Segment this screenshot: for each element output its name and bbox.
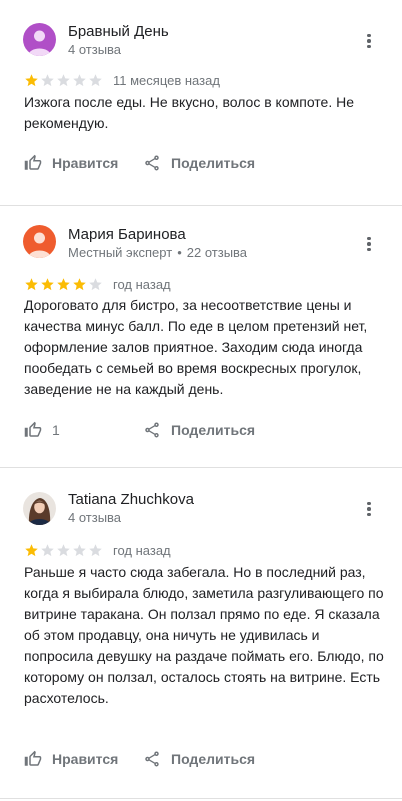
local-guide-badge: Местный эксперт bbox=[68, 245, 173, 260]
avatar[interactable] bbox=[23, 492, 56, 525]
more-options-icon[interactable] bbox=[360, 30, 378, 52]
star-empty-icon bbox=[41, 543, 54, 556]
like-count: 1 bbox=[52, 422, 60, 438]
star-empty-icon bbox=[73, 543, 86, 556]
share-label: Поделиться bbox=[171, 155, 256, 171]
share-button[interactable]: Поделиться bbox=[143, 419, 255, 441]
star-filled-icon bbox=[41, 277, 54, 290]
profile-photo bbox=[23, 492, 56, 525]
star-rating bbox=[24, 277, 103, 292]
star-empty-icon bbox=[57, 73, 70, 86]
rating-row: год назад bbox=[24, 542, 171, 558]
star-empty-icon bbox=[41, 73, 54, 86]
share-button[interactable]: Поделиться bbox=[143, 152, 255, 174]
star-empty-icon bbox=[57, 543, 70, 556]
review-text: Раньше я часто сюда забегала. Но в после… bbox=[24, 564, 384, 706]
review-card: Бравный День 4 отзыва 11 месяцев назад И… bbox=[0, 0, 402, 205]
meta-separator: • bbox=[177, 245, 182, 260]
thumbs-up-icon bbox=[24, 421, 42, 437]
review-card: Мария Баринова Местный эксперт • 22 отзыва… bbox=[0, 206, 402, 467]
avatar[interactable] bbox=[23, 225, 56, 258]
share-icon bbox=[145, 751, 159, 767]
thumbs-up-icon bbox=[24, 154, 42, 170]
star-empty-icon bbox=[89, 277, 102, 290]
reviewer-review-count[interactable]: 4 отзыва bbox=[68, 42, 121, 57]
rating-row: год назад bbox=[24, 276, 171, 292]
reviewer-name[interactable]: Tatiana Zhuchkova bbox=[68, 491, 194, 508]
rating-row: 11 месяцев назад bbox=[24, 72, 220, 88]
like-button[interactable]: Нравится bbox=[24, 152, 118, 174]
more-options-icon[interactable] bbox=[360, 233, 378, 255]
star-empty-icon bbox=[73, 73, 86, 86]
star-filled-icon bbox=[25, 277, 38, 290]
reviewer-review-count[interactable]: 4 отзыва bbox=[68, 510, 121, 525]
review-time: 11 месяцев назад bbox=[113, 72, 220, 88]
person-silhouette-icon bbox=[23, 23, 56, 56]
share-label: Поделиться bbox=[171, 751, 256, 767]
reviewer-meta[interactable]: Местный эксперт • 22 отзыва bbox=[68, 245, 247, 260]
reviewer-name[interactable]: Мария Баринова bbox=[68, 226, 186, 243]
star-filled-icon bbox=[25, 543, 38, 556]
reviewer-review-count: 22 отзыва bbox=[186, 245, 248, 260]
review-time: год назад bbox=[113, 276, 171, 292]
like-button[interactable]: 1 bbox=[24, 419, 60, 441]
share-icon bbox=[145, 155, 159, 171]
review-time: год назад bbox=[113, 542, 171, 558]
thumbs-up-icon bbox=[24, 750, 42, 766]
more-options-icon[interactable] bbox=[360, 498, 378, 520]
like-button[interactable]: Нравится bbox=[24, 748, 118, 770]
star-filled-icon bbox=[57, 277, 70, 290]
review-text: Дороговато для бистро, за несоответствие… bbox=[24, 297, 368, 397]
star-filled-icon bbox=[73, 277, 86, 290]
reviewer-name[interactable]: Бравный День bbox=[68, 23, 169, 40]
person-silhouette-icon bbox=[23, 225, 56, 258]
star-empty-icon bbox=[89, 73, 102, 86]
share-icon bbox=[145, 422, 159, 438]
like-label: Нравится bbox=[52, 751, 119, 767]
star-rating bbox=[24, 543, 103, 558]
star-empty-icon bbox=[89, 543, 102, 556]
like-label: Нравится bbox=[52, 155, 119, 171]
star-rating bbox=[24, 73, 103, 88]
share-button[interactable]: Поделиться bbox=[143, 748, 255, 770]
share-label: Поделиться bbox=[171, 422, 256, 438]
review-text: Изжога после еды. Не вкусно, волос в ком… bbox=[24, 94, 355, 131]
review-card: Tatiana Zhuchkova 4 отзыва год назад Ран… bbox=[0, 468, 402, 798]
star-filled-icon bbox=[25, 73, 38, 86]
avatar[interactable] bbox=[23, 23, 56, 56]
divider bbox=[0, 798, 402, 799]
